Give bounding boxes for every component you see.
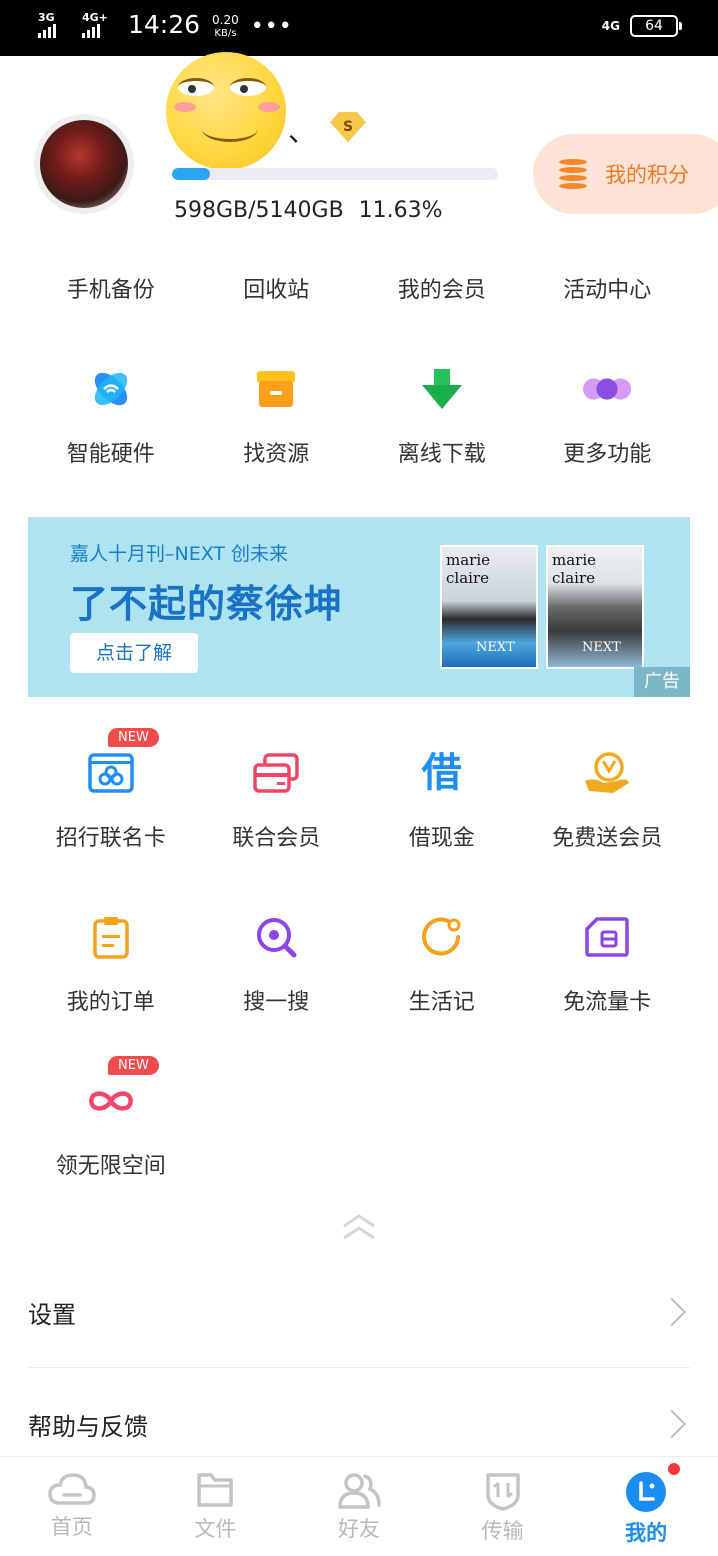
tool-smart-hardware[interactable]: 智能硬件 xyxy=(28,364,194,468)
smart-hardware-icon xyxy=(86,364,136,414)
smirk-emoji-sticker xyxy=(166,52,286,170)
bottom-nav: 首页 文件 好友 传输 我的 xyxy=(0,1456,718,1556)
help-feedback-row[interactable]: 帮助与反馈 xyxy=(28,1384,690,1464)
quick-link-my-membership[interactable]: 我的会员 xyxy=(359,272,525,304)
bank-card-icon xyxy=(86,748,136,798)
more-status-icon: ••• xyxy=(250,14,293,39)
service-search[interactable]: 搜一搜 xyxy=(194,912,360,1016)
storage-usage-text: 598GB/5140GB 11.63% xyxy=(174,198,443,223)
service-cmb-card[interactable]: NEW 招行联名卡 xyxy=(28,728,194,852)
free-vip-hand-icon xyxy=(582,748,632,798)
quick-links-row: 手机备份 回收站 我的会员 活动中心 xyxy=(28,272,690,304)
storage-progress-bar xyxy=(172,168,498,180)
more-dots-icon xyxy=(582,364,632,414)
signal-4g-icon: 4G+ xyxy=(82,12,114,40)
service-my-orders[interactable]: 我的订单 xyxy=(28,912,194,1016)
cloud-icon xyxy=(48,1473,96,1505)
chevron-right-icon xyxy=(657,1409,687,1439)
tools-row: 智能硬件 找资源 离线下载 更多功能 xyxy=(28,364,690,468)
magazine-cover-1: marie claire NEXT xyxy=(440,545,538,669)
service-unlimited-space[interactable]: NEW 领无限空间 xyxy=(28,1056,194,1180)
ad-label: 广告 xyxy=(634,667,690,697)
banner-title: 了不起的蔡徐坤 xyxy=(70,582,344,626)
signal-4g-right-icon: 4G xyxy=(601,19,620,33)
nav-friends[interactable]: 好友 xyxy=(287,1457,431,1556)
notification-dot xyxy=(667,1463,680,1475)
magazine-cover-2: marie claire NEXT xyxy=(546,545,644,669)
service-life-log[interactable]: 生活记 xyxy=(359,912,525,1016)
service-free-vip[interactable]: 免费送会员 xyxy=(525,748,691,852)
promo-banner[interactable]: 嘉人十月刊–NEXT 创未来 了不起的蔡徐坤 点击了解 marie claire… xyxy=(28,517,690,697)
profile-icon xyxy=(626,1472,667,1512)
storage-progress-fill xyxy=(172,168,210,180)
service-borrow-cash[interactable]: 借 借现金 xyxy=(359,748,525,852)
joint-member-card-icon xyxy=(251,748,301,798)
battery-icon: 64 xyxy=(630,15,682,37)
tool-more-features[interactable]: 更多功能 xyxy=(525,364,691,468)
search-icon xyxy=(251,912,301,962)
nav-files[interactable]: 文件 xyxy=(144,1457,288,1556)
nav-transfer[interactable]: 传输 xyxy=(431,1457,575,1556)
store-icon xyxy=(251,364,301,414)
collapse-chevron-up-icon[interactable] xyxy=(340,1212,378,1242)
coin-stack-icon xyxy=(557,157,591,191)
banner-learn-more-button[interactable]: 点击了解 xyxy=(70,633,198,673)
banner-subtitle: 嘉人十月刊–NEXT 创未来 xyxy=(70,543,289,565)
avatar[interactable] xyxy=(34,114,134,214)
my-points-button[interactable]: 我的积分 xyxy=(533,134,718,214)
services-row-1: NEW 招行联名卡 联合会员 借 借现金 免费送会员 xyxy=(28,728,691,852)
username[interactable]: 、 xyxy=(288,110,316,150)
services-row-3: NEW 领无限空间 xyxy=(28,1056,690,1180)
borrow-cash-icon: 借 xyxy=(421,750,462,796)
folder-icon xyxy=(197,1473,234,1507)
new-badge: NEW xyxy=(108,728,159,747)
new-badge: NEW xyxy=(108,1056,159,1075)
settings-row[interactable]: 设置 xyxy=(28,1272,690,1352)
service-joint-membership[interactable]: 联合会员 xyxy=(194,748,360,852)
tool-offline-download[interactable]: 离线下载 xyxy=(359,364,525,468)
status-bar: 3G 4G+ 14:26 0.20 KB/s ••• 4G 64 xyxy=(0,0,718,56)
divider xyxy=(28,1367,690,1368)
chevron-right-icon xyxy=(657,1297,687,1327)
order-clipboard-icon xyxy=(86,912,136,962)
tool-find-resources[interactable]: 找资源 xyxy=(194,364,360,468)
download-arrow-icon xyxy=(417,364,467,414)
service-data-free-card[interactable]: 免流量卡 xyxy=(525,912,691,1016)
sim-card-icon xyxy=(582,912,632,962)
signal-3g-icon: 3G xyxy=(38,12,70,40)
quick-link-activity-center[interactable]: 活动中心 xyxy=(525,272,691,304)
transfer-icon xyxy=(485,1473,520,1511)
infinity-icon xyxy=(86,1076,136,1126)
quick-link-phone-backup[interactable]: 手机备份 xyxy=(28,272,194,304)
network-speed: 0.20 KB/s xyxy=(212,13,239,40)
quick-link-recycle-bin[interactable]: 回收站 xyxy=(194,272,360,304)
nav-me[interactable]: 我的 xyxy=(574,1457,718,1556)
nav-home[interactable]: 首页 xyxy=(0,1457,144,1556)
vip-badge-icon[interactable]: S xyxy=(330,112,366,142)
friends-icon xyxy=(338,1473,381,1509)
clock: 14:26 xyxy=(128,10,201,39)
services-row-2: 我的订单 搜一搜 生活记 免流量卡 xyxy=(28,912,690,1016)
life-log-icon xyxy=(417,912,467,962)
